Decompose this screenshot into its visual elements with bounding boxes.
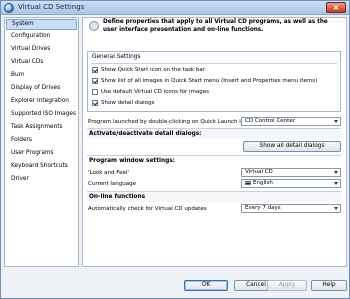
dropdown-value: Every 7 days [245,205,281,211]
sidebar-item-driver[interactable]: Driver [6,174,77,185]
show-all-detail-dialogs-button[interactable]: Show all detail dialogs [243,141,341,152]
chevron-down-icon [334,207,338,210]
sidebar-item-user-programs[interactable]: User Programs [6,148,77,159]
uk-flag-icon [245,180,251,185]
sidebar-item-folders[interactable]: Folders [6,135,77,146]
language-dropdown[interactable]: English [241,179,341,188]
general-settings-title: General Settings [92,54,141,60]
chevron-down-icon [334,120,338,123]
sidebar-item-task-assignments[interactable]: Task Assignments [6,122,77,133]
sidebar-item-configuration[interactable]: Configuration [6,31,77,42]
checkbox-unchecked[interactable] [92,89,98,95]
option-detail-dialogs[interactable]: Show detail dialogs [92,99,154,107]
sidebar-item-virtual-cds[interactable]: Virtual CDs [6,57,77,68]
group-divider [91,63,337,64]
option-default-icons[interactable]: Use default Virtual CD icons for images [92,88,209,96]
option-quick-start-icon[interactable]: Show Quick Start icon on the task bar [92,66,205,74]
info-icon [89,21,99,31]
sidebar-item-virtual-drives[interactable]: Virtual Drives [6,44,77,55]
sidebar-item-display-of-drives[interactable]: Display of Drives [6,83,77,94]
option-label: Show Quick Start icon on the task bar [101,67,206,73]
general-settings-group: General Settings Show Quick Start icon o… [87,51,341,112]
checkbox-checked[interactable] [92,67,98,73]
checkbox-checked[interactable] [92,100,98,106]
window-title: Virtual CD Settings [18,3,85,11]
sidebar-item-keyboard-shortcuts[interactable]: Keyboard Shortcuts [6,161,77,172]
look-and-feel-dropdown[interactable]: Virtual CD [241,168,341,177]
apply-button[interactable]: Apply [267,280,307,291]
checkbox-checked[interactable] [92,78,98,84]
quick-launch-dropdown[interactable]: CD Control Center [241,117,341,126]
sidebar-item-burn[interactable]: Burn [6,70,77,81]
settings-sidebar: System Configuration Virtual Drives Virt… [4,17,79,267]
look-and-feel-label: 'Look and Feel' [88,170,129,176]
update-frequency-dropdown[interactable]: Every 7 days [241,204,341,213]
dropdown-value: Virtual CD [245,169,273,175]
page-description: Define properties that apply to all Virt… [103,19,328,33]
settings-window: Virtual CD Settings × System Configurati… [0,0,350,299]
option-label: Show detail dialogs [101,100,155,106]
online-functions-heading: On-line functions [87,191,341,202]
virtual-cd-disc-icon [4,3,14,13]
help-button[interactable]: Help [311,280,347,291]
current-language-label: Current language [88,181,137,187]
window-settings-heading: Program window settings: [87,155,341,166]
settings-content: Define properties that apply to all Virt… [82,17,347,267]
option-label: Show list of all images in Quick Start m… [101,78,318,84]
ok-button[interactable]: OK [184,280,228,291]
close-button[interactable]: × [326,2,346,13]
option-list-all-images[interactable]: Show list of all images in Quick Start m… [92,77,317,85]
update-check-label: Automatically check for Virtual CD updat… [88,206,207,212]
chevron-down-icon [334,182,338,185]
sidebar-item-explorer-integration[interactable]: Explorer Integration [6,96,77,107]
quick-launch-label: Program launched by double-clicking on Q… [88,119,251,125]
detail-dialogs-heading: Activate/deactivate detail dialogs: [87,128,341,139]
dropdown-value: CD Control Center [245,118,295,124]
sidebar-item-supported-iso-images[interactable]: Supported ISO Images [6,109,77,120]
chevron-down-icon [334,171,338,174]
option-label: Use default Virtual CD icons for images [101,89,209,95]
dropdown-value: English [253,180,273,186]
sidebar-item-system[interactable]: System [6,19,77,30]
title-bar[interactable]: Virtual CD Settings × [1,1,349,15]
